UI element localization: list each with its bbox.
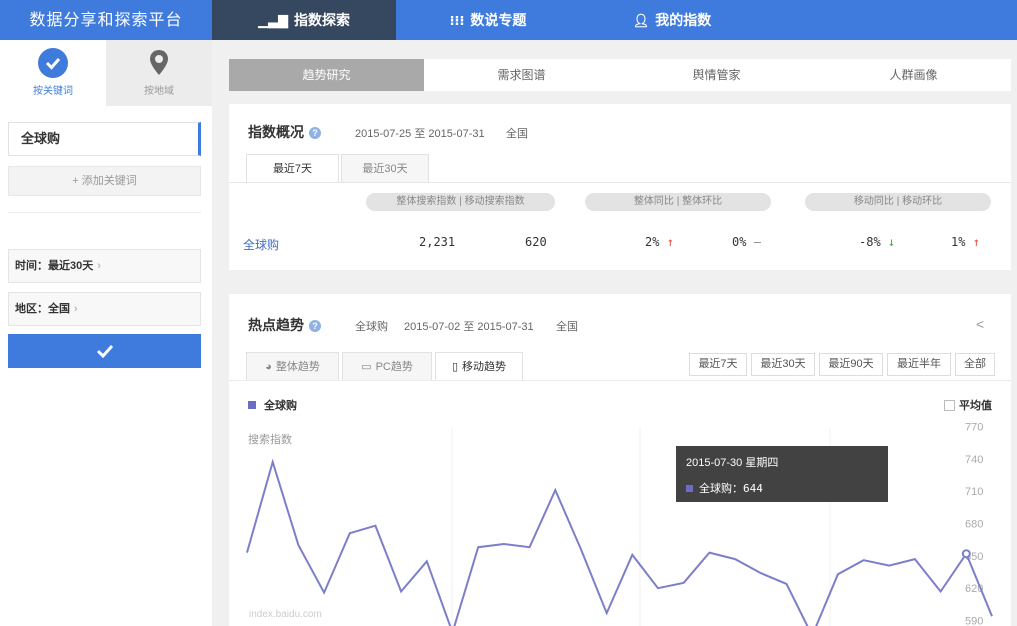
- mobile-icon: ▯: [451, 361, 459, 373]
- checkmark-icon: [96, 344, 113, 359]
- mode-tab-keyword[interactable]: 按关键词: [0, 40, 106, 106]
- check-icon: [38, 48, 68, 78]
- dash-icon: –: [753, 235, 761, 249]
- overview-date-range: 2015-07-25 至 2015-07-31: [355, 128, 485, 140]
- arrow-up-icon: ↑: [972, 235, 980, 249]
- tab-last-7-days[interactable]: 最近7天: [246, 154, 339, 182]
- overview-region: 全国: [506, 128, 528, 140]
- watermark: index.baidu.com: [249, 609, 322, 620]
- average-toggle[interactable]: 平均值: [944, 397, 992, 413]
- overview-panel: 指数概况? 2015-07-25 至 2015-07-31 全国 最近7天 最近…: [229, 104, 1011, 270]
- share-icon[interactable]: <: [976, 316, 984, 332]
- range-90-days[interactable]: 最近90天: [819, 353, 883, 376]
- mode-tab-label: 按关键词: [33, 86, 73, 97]
- nav-my-index[interactable]: 👤︎ 我的指数: [580, 0, 764, 40]
- user-icon: 👤︎: [632, 13, 650, 28]
- add-keyword-button[interactable]: + 添加关键词: [8, 166, 201, 196]
- map-pin-icon: [144, 48, 174, 78]
- region-filter[interactable]: 地区：全国 ›: [8, 292, 201, 326]
- sidebar: 按关键词 按地域 全球购 + 添加关键词 时间：最近30天 › 地区：全国 ›: [0, 40, 212, 626]
- arrow-up-icon: ↑: [666, 235, 674, 249]
- chevron-right-icon: ›: [97, 260, 101, 272]
- nav-data-topics[interactable]: ⁝⁝⁝ 数说专题: [396, 0, 580, 40]
- range-7-days[interactable]: 最近7天: [689, 353, 747, 376]
- mobile-mom: 1% ↑: [951, 235, 980, 249]
- range-30-days[interactable]: 最近30天: [751, 353, 815, 376]
- arrow-down-icon: ↓: [887, 235, 896, 249]
- tooltip-series: 全球购：644: [686, 480, 763, 496]
- confirm-button[interactable]: [8, 334, 201, 368]
- time-filter[interactable]: 时间：最近30天 ›: [8, 249, 201, 283]
- range-half-year[interactable]: 最近半年: [887, 353, 951, 376]
- help-icon[interactable]: ?: [309, 127, 321, 139]
- pie-icon: ◕: [265, 361, 272, 373]
- monitor-icon: ▭: [361, 361, 372, 373]
- bar-chart-icon: ▁▃▇: [258, 13, 288, 28]
- divider: [8, 212, 201, 213]
- overall-yoy: 2% ↑: [645, 235, 674, 249]
- chart-tooltip: 2015-07-30 星期四 全球购：644: [676, 446, 888, 502]
- tab-pc-trend[interactable]: ▭ PC趋势: [342, 352, 432, 380]
- main-tabs: 趋势研究 需求图谱 舆情管家 人群画像: [229, 59, 1011, 91]
- tab-trend-research[interactable]: 趋势研究: [229, 59, 424, 91]
- keyword-input[interactable]: 全球购: [8, 122, 201, 156]
- tooltip-swatch: [686, 485, 693, 492]
- mobile-search-index: 620: [525, 235, 547, 249]
- tab-mobile-trend[interactable]: ▯ 移动趋势: [435, 352, 523, 382]
- column-group-search-index: 整体搜索指数 | 移动搜索指数: [366, 193, 555, 211]
- overall-search-index: 2,231: [419, 235, 456, 249]
- trend-date-range: 2015-07-02 至 2015-07-31: [404, 321, 534, 333]
- tab-overall-trend[interactable]: ◕ 整体趋势: [246, 352, 339, 380]
- top-navigation-bar: 数据分享和探索平台 ▁▃▇ 指数探索 ⁝⁝⁝ 数说专题 👤︎ 我的指数: [0, 0, 1017, 40]
- y-axis-label: 搜索指数: [248, 434, 292, 446]
- tooltip-date: 2015-07-30 星期四: [686, 457, 779, 469]
- trend-region: 全国: [556, 321, 578, 333]
- help-icon[interactable]: ?: [309, 320, 321, 332]
- trend-keyword: 全球购: [355, 321, 388, 333]
- tab-audience[interactable]: 人群画像: [816, 59, 1011, 91]
- platform-title: 数据分享和探索平台: [29, 10, 183, 29]
- mode-tab-label: 按地域: [144, 86, 174, 97]
- column-group-overall-change: 整体同比 | 整体环比: [585, 193, 771, 211]
- range-all[interactable]: 全部: [955, 353, 995, 376]
- checkbox-icon: [944, 400, 955, 411]
- tab-demand-map[interactable]: 需求图谱: [424, 59, 619, 91]
- overall-mom: 0% –: [732, 235, 761, 249]
- mobile-yoy: -8% ↓: [859, 235, 896, 249]
- grid-icon: ⁝⁝⁝: [449, 13, 465, 28]
- trend-chart-area: 全球购 平均值 搜索指数 index.baidu.com: [229, 380, 1011, 626]
- divider: [229, 182, 1011, 183]
- overview-keyword-link[interactable]: 全球购: [243, 236, 279, 253]
- mode-tab-region[interactable]: 按地域: [106, 40, 212, 106]
- nav-index-explore[interactable]: ▁▃▇ 指数探索: [212, 0, 396, 40]
- trend-title: 热点趋势?: [248, 315, 321, 335]
- chevron-right-icon: ›: [74, 303, 78, 315]
- column-group-mobile-change: 移动同比 | 移动环比: [805, 193, 991, 211]
- legend-swatch: [248, 401, 256, 409]
- tab-sentiment[interactable]: 舆情管家: [619, 59, 814, 91]
- tab-last-30-days[interactable]: 最近30天: [341, 154, 429, 182]
- chart-legend[interactable]: 全球购: [248, 397, 297, 413]
- overview-title: 指数概况?: [248, 122, 321, 142]
